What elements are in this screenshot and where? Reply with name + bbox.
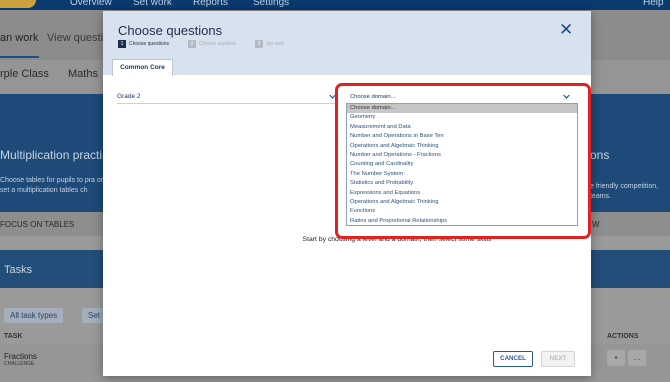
- tab-plan-work[interactable]: an work: [0, 32, 39, 58]
- nav-overview[interactable]: Overview: [70, 0, 112, 8]
- grade-select[interactable]: Grade 2: [117, 90, 339, 104]
- domain-option[interactable]: Statistics and Probability: [347, 179, 577, 188]
- nav-reports[interactable]: Reports: [193, 0, 228, 8]
- chevron-down-icon: [329, 94, 336, 99]
- close-icon[interactable]: ✕: [559, 20, 573, 40]
- chart-icon[interactable]: ▪: [607, 350, 625, 366]
- app-logo: [0, 0, 36, 8]
- hero-title: Multiplication practi: [0, 148, 103, 162]
- col-actions: ACTIONS: [607, 333, 639, 340]
- tab-common-core[interactable]: Common Core: [112, 59, 173, 76]
- hero-description: Choose tables for pupils to pra or set a…: [0, 177, 104, 194]
- domain-option[interactable]: Operations and Algebraic Thinking: [347, 198, 577, 207]
- hero-right-title: ons: [590, 148, 610, 162]
- task-type: CHALLENGE: [4, 361, 35, 367]
- domain-dropdown-list: Choose domain... Geometry Measurement an…: [346, 103, 578, 226]
- col-task: TASK: [4, 333, 23, 340]
- domain-option[interactable]: Ratios and Proportional Relationships: [347, 217, 577, 226]
- focus-on-tables-link[interactable]: FOCUS ON TABLES: [0, 220, 74, 229]
- domain-option[interactable]: Geometry: [347, 113, 577, 122]
- domain-option[interactable]: Number and Operations in Base Ten: [347, 132, 577, 141]
- domain-option[interactable]: Expressions and Equations: [347, 189, 577, 198]
- domain-option[interactable]: Measurement and Data: [347, 123, 577, 132]
- instruction-text: Start by choosing a level and a domain, …: [302, 236, 492, 243]
- subject-filter[interactable]: Maths: [68, 68, 98, 80]
- domain-option[interactable]: Counting and Cardinality: [347, 160, 577, 169]
- class-filter[interactable]: rple Class: [0, 68, 49, 80]
- domain-option[interactable]: Operations and Algebraic Thinking: [347, 142, 577, 151]
- more-icon[interactable]: …: [628, 350, 646, 366]
- step-set-task: 3 Set task: [255, 40, 284, 48]
- step-choose-students: 2 Choose students: [188, 40, 237, 48]
- domain-option[interactable]: Number and Operations - Fractions: [347, 151, 577, 160]
- nav-settings[interactable]: Settings: [253, 0, 289, 8]
- modal-title: Choose questions: [118, 23, 223, 38]
- tasks-title: Tasks: [4, 264, 33, 276]
- step-choose-questions: 1 Choose questions: [118, 40, 169, 48]
- grade-select-value: Grade 2: [117, 93, 141, 100]
- chevron-down-icon: [563, 94, 570, 99]
- cancel-button[interactable]: CANCEL: [493, 351, 533, 367]
- domain-option[interactable]: The Number System: [347, 170, 577, 179]
- tab-view-questions[interactable]: View questio: [47, 32, 109, 44]
- domain-option[interactable]: Functions: [347, 207, 577, 216]
- hero-right-description: e friendly competition, teams.: [590, 183, 659, 200]
- domain-select-value: Choose domain...: [350, 94, 396, 100]
- choose-questions-modal: Choose questions ✕ 1 Choose questions 2 Ch…: [103, 11, 591, 376]
- domain-select[interactable]: Choose domain...: [347, 90, 575, 104]
- task-name: Fractions: [4, 352, 37, 361]
- focus-right-link[interactable]: W: [592, 220, 600, 229]
- nav-help[interactable]: Help: [643, 0, 664, 8]
- domain-option[interactable]: Choose domain...: [347, 104, 577, 114]
- top-nav: Overview Set work Reports Settings Help: [0, 0, 670, 10]
- nav-set-work[interactable]: Set work: [133, 0, 172, 8]
- modal-header: Choose questions ✕ 1 Choose questions 2 Ch…: [103, 11, 591, 76]
- next-button[interactable]: NEXT: [541, 351, 575, 367]
- task-type-filter[interactable]: All task types: [4, 308, 64, 323]
